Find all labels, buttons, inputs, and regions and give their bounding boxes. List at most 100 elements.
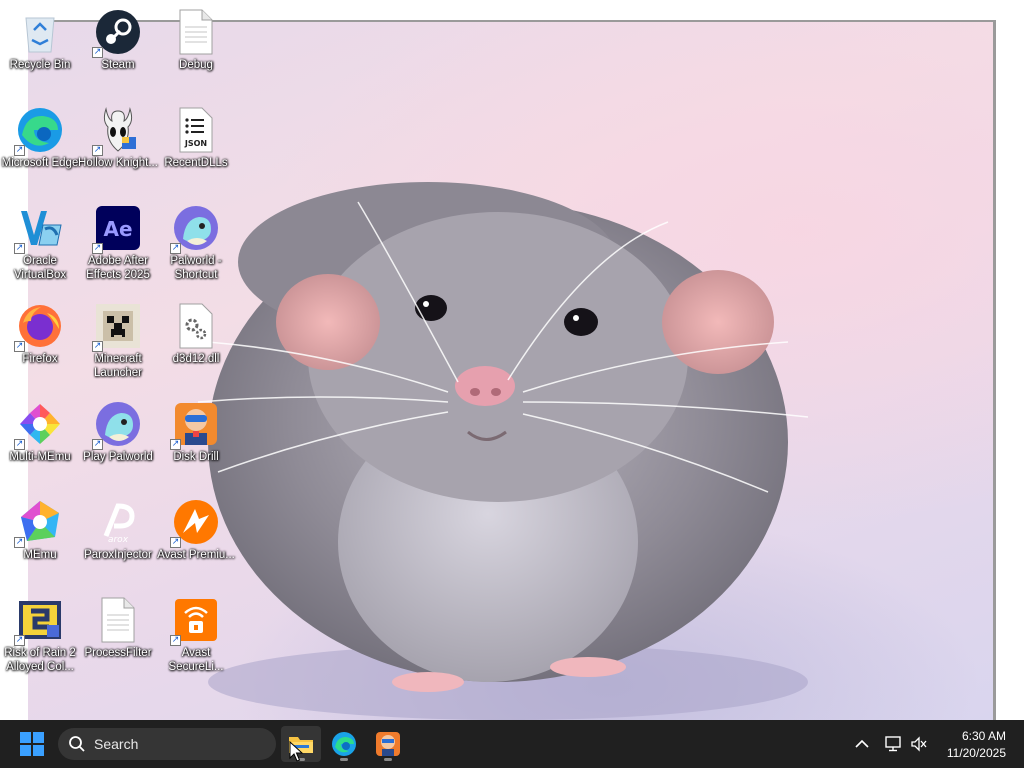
shortcut-arrow-icon: ↗ bbox=[14, 537, 25, 548]
hollow-knight-icon: ↗ bbox=[92, 106, 142, 156]
network-tray-button[interactable] bbox=[884, 734, 904, 754]
shortcut-arrow-icon: ↗ bbox=[14, 243, 25, 254]
taskbar: Search 6:30 AM 11/20/2025 bbox=[0, 720, 1024, 768]
speaker-muted-icon bbox=[911, 736, 927, 752]
search-placeholder: Search bbox=[94, 736, 139, 752]
taskbar-clock[interactable]: 6:30 AM 11/20/2025 bbox=[930, 728, 1006, 762]
desktop-icon[interactable]: ProcessFilter bbox=[78, 592, 158, 688]
desktop-icon[interactable]: ↗ Firefox bbox=[0, 298, 80, 394]
desktop-icon-label: ParoxInjector bbox=[84, 549, 152, 561]
running-indicator bbox=[384, 758, 392, 761]
dll-file-icon bbox=[172, 302, 220, 350]
avast-secureline-icon: ↗ bbox=[170, 596, 220, 646]
svg-text:JSON: JSON bbox=[184, 139, 207, 148]
firefox-icon: ↗ bbox=[14, 302, 64, 352]
desktop-icon[interactable]: ↗ Steam bbox=[78, 4, 158, 100]
avast-icon: ↗ bbox=[170, 498, 220, 548]
desktop-icon-label: Steam bbox=[101, 59, 135, 71]
desktop-icon-label: Recycle Bin bbox=[9, 59, 71, 71]
desktop-icon-label: Play Palworld bbox=[83, 451, 153, 463]
desktop-icon[interactable]: d3d12.dll bbox=[156, 298, 236, 394]
desktop-icon[interactable]: ↗ Risk of Rain 2 Alloyed Col... bbox=[0, 592, 80, 688]
edge-icon: ↗ bbox=[14, 106, 64, 156]
desktop-icon[interactable]: Debug bbox=[156, 4, 236, 100]
desktop-icon[interactable]: Ae ↗ Adobe After Effects 2025 bbox=[78, 200, 158, 296]
desktop-icon-label: Avast SecureLi... bbox=[168, 647, 224, 673]
parox-icon: arox bbox=[94, 498, 142, 546]
json-file-icon: JSON bbox=[172, 106, 220, 154]
chevron-up-icon bbox=[855, 739, 869, 748]
desktop-icon-label: Adobe After Effects 2025 bbox=[86, 255, 150, 281]
edge-icon bbox=[332, 732, 356, 756]
shortcut-arrow-icon: ↗ bbox=[92, 243, 103, 254]
virtualbox-icon: ↗ bbox=[14, 204, 64, 254]
desktop-icon[interactable]: ↗ Avast Premiu... bbox=[156, 494, 236, 590]
desktop-icon[interactable]: ↗ Microsoft Edge bbox=[0, 102, 80, 198]
shortcut-arrow-icon: ↗ bbox=[92, 145, 103, 156]
windows-logo-icon bbox=[20, 732, 44, 756]
desktop-icon[interactable]: arox ParoxInjector bbox=[78, 494, 158, 590]
taskbar-disk-drill-button[interactable] bbox=[368, 726, 408, 762]
desktop-icon[interactable]: ↗ Minecraft Launcher bbox=[78, 298, 158, 394]
svg-text:arox: arox bbox=[108, 535, 129, 544]
desktop-icon[interactable]: ↗ Hollow Knight... bbox=[78, 102, 158, 198]
volume-tray-button[interactable] bbox=[909, 734, 929, 754]
shortcut-arrow-icon: ↗ bbox=[170, 243, 181, 254]
blank-document-icon bbox=[94, 596, 142, 644]
clock-date: 11/20/2025 bbox=[946, 746, 1006, 760]
taskbar-edge-button[interactable] bbox=[324, 726, 364, 762]
desktop-icon-label: Debug bbox=[179, 59, 213, 71]
multi-memu-icon: ↗ bbox=[14, 400, 64, 450]
palworld-icon: ↗ bbox=[92, 400, 142, 450]
search-icon bbox=[69, 736, 85, 752]
windows-start-button[interactable] bbox=[20, 732, 44, 756]
shortcut-arrow-icon: ↗ bbox=[170, 439, 181, 450]
desktop-icon-label: MEmu bbox=[23, 549, 57, 561]
running-indicator bbox=[340, 758, 348, 761]
svg-text:Ae: Ae bbox=[103, 217, 132, 241]
desktop-icon-label: Minecraft Launcher bbox=[94, 353, 142, 379]
shortcut-arrow-icon: ↗ bbox=[14, 635, 25, 646]
shortcut-arrow-icon: ↗ bbox=[170, 537, 181, 548]
desktop-icon[interactable]: JSON RecentDLLs bbox=[156, 102, 236, 198]
minecraft-icon: ↗ bbox=[92, 302, 142, 352]
desktop-icon-label: RecentDLLs bbox=[164, 157, 228, 169]
desktop-icon[interactable]: ↗ Palworld - Shortcut bbox=[156, 200, 236, 296]
desktop-icon-label: Oracle VirtualBox bbox=[13, 255, 67, 281]
desktop-icon-label: Microsoft Edge bbox=[1, 157, 79, 169]
desktop-icon-label: Firefox bbox=[22, 353, 58, 365]
desktop-icon-label: Disk Drill bbox=[173, 451, 219, 463]
shortcut-arrow-icon: ↗ bbox=[92, 47, 103, 58]
mouse-pointer-icon bbox=[289, 741, 303, 762]
desktop-icon-label: Risk of Rain 2 Alloyed Col... bbox=[4, 647, 76, 673]
memu-icon: ↗ bbox=[14, 498, 64, 548]
desktop-icon[interactable]: ↗ Play Palworld bbox=[78, 396, 158, 492]
desktop-icon[interactable]: ↗ Oracle VirtualBox bbox=[0, 200, 80, 296]
shortcut-arrow-icon: ↗ bbox=[170, 635, 181, 646]
after-effects-icon: Ae ↗ bbox=[92, 204, 142, 254]
network-display-icon bbox=[885, 736, 901, 752]
shortcut-arrow-icon: ↗ bbox=[92, 341, 103, 352]
desktop-icon-label: d3d12.dll bbox=[172, 353, 220, 365]
desktop-icon-label: Palworld - Shortcut bbox=[170, 255, 222, 281]
desktop-icon-label: ProcessFilter bbox=[84, 647, 152, 659]
desktop-icon[interactable]: ↗ Multi-MEmu bbox=[0, 396, 80, 492]
desktop-icon[interactable]: ↗ MEmu bbox=[0, 494, 80, 590]
shortcut-arrow-icon: ↗ bbox=[14, 439, 25, 450]
show-hidden-icons-button[interactable] bbox=[852, 734, 872, 754]
taskbar-search-box[interactable]: Search bbox=[58, 728, 276, 760]
shortcut-arrow-icon: ↗ bbox=[14, 145, 25, 156]
risk-of-rain-icon: ↗ bbox=[14, 596, 64, 646]
desktop-icon-label: Multi-MEmu bbox=[9, 451, 71, 463]
shortcut-arrow-icon: ↗ bbox=[14, 341, 25, 352]
desktop-icon[interactable]: Recycle Bin bbox=[0, 4, 80, 100]
desktop-icon[interactable]: ↗ Disk Drill bbox=[156, 396, 236, 492]
shortcut-arrow-icon: ↗ bbox=[92, 439, 103, 450]
steam-icon: ↗ bbox=[92, 8, 142, 58]
disk-drill-icon: ↗ bbox=[170, 400, 220, 450]
desktop-icon[interactable]: ↗ Avast SecureLi... bbox=[156, 592, 236, 688]
blank-document-icon bbox=[172, 8, 220, 56]
desktop-icon-label: Hollow Knight... bbox=[78, 157, 158, 169]
palworld-icon: ↗ bbox=[170, 204, 220, 254]
desktop-icon-label: Avast Premiu... bbox=[157, 549, 235, 561]
